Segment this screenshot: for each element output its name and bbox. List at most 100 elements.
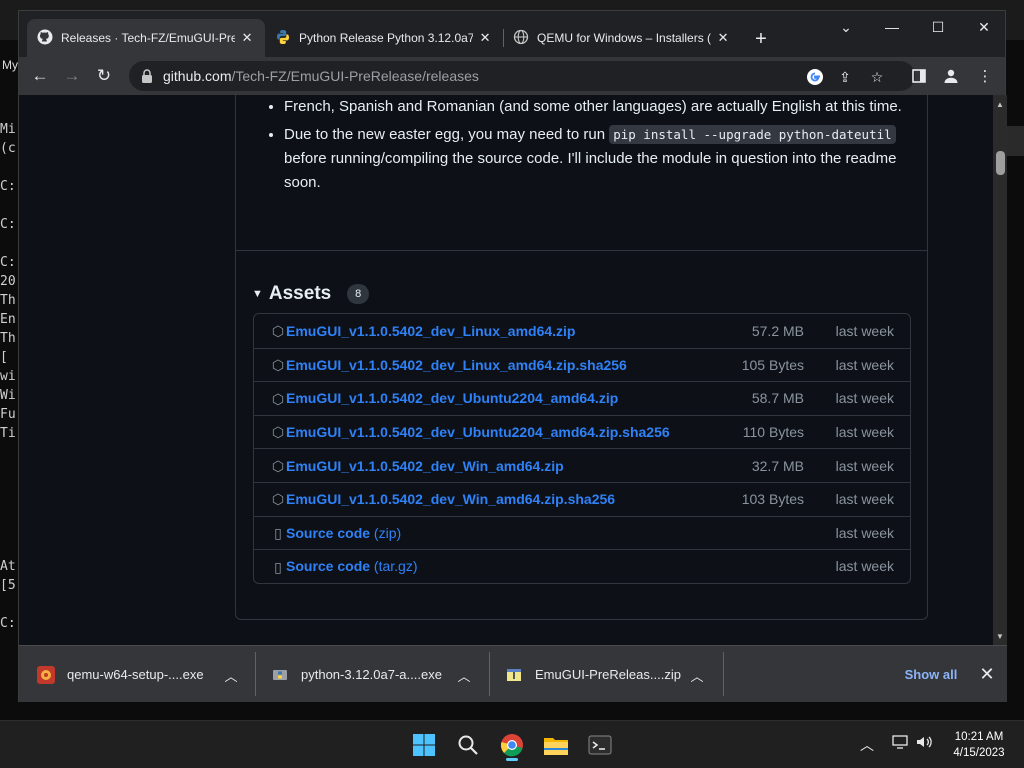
globe-icon — [513, 29, 529, 48]
tab-qemu[interactable]: QEMU for Windows – Installers ( ✕ — [503, 19, 741, 57]
clock[interactable]: 10:21 AM 4/15/2023 — [940, 729, 1018, 761]
qemu-installer-icon — [37, 665, 55, 684]
asset-row: ▯ Source code (zip) last week — [254, 515, 910, 550]
reload-icon[interactable]: ↻ — [91, 63, 117, 89]
assets-count-badge: 8 — [347, 284, 370, 304]
chevron-up-icon[interactable]: ︿ — [689, 666, 705, 685]
terminal-line: wi — [0, 369, 16, 384]
scrollbar-thumb[interactable] — [996, 151, 1005, 175]
asset-size: 110 Bytes — [742, 424, 804, 441]
download-item-python[interactable]: python-3.12.0a7-a....exe — [271, 646, 442, 703]
assets-toggle[interactable]: ▼ Assets 8 — [252, 283, 370, 305]
asset-size: 103 Bytes — [741, 491, 804, 508]
package-icon: ⬡ — [271, 457, 285, 474]
asset-row: ⬡ EmuGUI_v1.1.0.5402_dev_Win_amd64.zip 3… — [254, 448, 910, 482]
tab-strip: Releases · Tech-FZ/EmuGUI-PreR ✕ Python … — [19, 11, 1005, 57]
package-icon: ⬡ — [271, 322, 285, 339]
chevron-up-icon[interactable]: ︿ — [223, 666, 239, 685]
chevron-up-icon[interactable]: ︿ — [456, 666, 472, 685]
download-item-emugui[interactable]: EmuGUI-PreReleas....zip — [505, 646, 681, 703]
network-icon[interactable] — [892, 735, 908, 752]
scroll-up-arrow-icon[interactable]: ▲ — [993, 97, 1007, 111]
asset-row: ⬡ EmuGUI_v1.1.0.5402_dev_Linux_amd64.zip… — [254, 347, 910, 382]
package-icon: ⬡ — [271, 390, 285, 407]
caret-down-icon: ▼ — [252, 288, 263, 300]
asset-link[interactable]: EmuGUI_v1.1.0.5402_dev_Linux_amd64.zip — [286, 323, 575, 339]
downloads-bar: qemu-w64-setup-....exe ︿ python-3.12.0a7… — [19, 645, 1007, 702]
close-window-button[interactable]: ✕ — [961, 11, 1007, 43]
terminal-icon[interactable] — [582, 727, 618, 763]
scroll-down-arrow-icon[interactable]: ▼ — [993, 629, 1007, 643]
chrome-icon[interactable] — [494, 727, 530, 763]
clock-time: 10:21 AM — [954, 731, 1004, 743]
show-hidden-icons-chevron-icon[interactable]: ︿ — [860, 735, 874, 755]
address-bar[interactable]: github.com/Tech-FZ/EmuGUI-PreRelease/rel… — [129, 61, 915, 91]
forward-arrow-icon[interactable]: → — [59, 63, 85, 89]
tab-python-release[interactable]: Python Release Python 3.12.0a7 ✕ — [265, 19, 503, 57]
tab-title: Releases · Tech-FZ/EmuGUI-PreR — [61, 31, 236, 45]
browser-toolbar: ← → ↻ github.com/Tech-FZ/EmuGUI-PreRelea… — [19, 57, 1005, 95]
share-icon[interactable]: ⇪ — [835, 67, 855, 87]
background-terminal-text: Mi (c C: C: C: 20 Th En Th [wi Wi Fu Ti At [5 C: — [0, 120, 20, 710]
background-label: My — [2, 58, 18, 72]
asset-link[interactable]: EmuGUI_v1.1.0.5402_dev_Ubuntu2204_amd64.… — [286, 390, 618, 406]
terminal-line: At — [0, 559, 16, 574]
close-icon[interactable]: ✕ — [715, 30, 731, 46]
close-icon[interactable]: ✕ — [977, 664, 997, 684]
release-note-item: Due to the new easter egg, you may need … — [284, 123, 924, 195]
code-snippet: pip install --upgrade python-dateutil — [609, 125, 896, 144]
close-icon[interactable]: ✕ — [477, 30, 493, 46]
search-icon[interactable] — [450, 727, 486, 763]
google-lens-icon[interactable] — [805, 67, 825, 87]
terminal-line: Th — [0, 331, 16, 346]
asset-link[interactable]: Source code (tar.gz) — [286, 558, 418, 574]
divider — [236, 250, 927, 251]
download-filename: EmuGUI-PreReleas....zip — [535, 667, 681, 682]
download-item-qemu[interactable]: qemu-w64-setup-....exe — [37, 646, 204, 703]
taskbar: ︿ 10:21 AM 4/15/2023 — [0, 720, 1024, 768]
profile-icon[interactable] — [939, 64, 963, 88]
bookmark-star-icon[interactable]: ☆ — [867, 67, 887, 87]
file-explorer-icon[interactable] — [538, 727, 574, 763]
page-scrollbar[interactable]: ▲ ▼ — [993, 95, 1007, 645]
terminal-line: Wi — [0, 388, 16, 403]
asset-size: 57.2 MB — [751, 322, 804, 339]
show-all-downloads-button[interactable]: Show all — [895, 660, 967, 688]
terminal-line: C: — [0, 179, 16, 194]
terminal-line: [ — [0, 350, 8, 365]
tab-search-chevron-icon[interactable]: ⌄ — [823, 11, 869, 43]
back-arrow-icon[interactable]: ← — [27, 63, 53, 89]
asset-link[interactable]: EmuGUI_v1.1.0.5402_dev_Win_amd64.zip.sha… — [286, 491, 615, 507]
asset-link[interactable]: Source code (zip) — [286, 525, 401, 541]
lock-icon — [141, 69, 153, 83]
maximize-button[interactable]: ☐ — [915, 11, 961, 43]
windows-start-icon[interactable] — [406, 727, 442, 763]
asset-link[interactable]: EmuGUI_v1.1.0.5402_dev_Linux_amd64.zip.s… — [286, 357, 627, 373]
page-viewport: French, Spanish and Romanian (and some o… — [19, 95, 1007, 645]
github-icon — [37, 29, 53, 48]
terminal-line: C: — [0, 217, 16, 232]
terminal-line: Ti — [0, 426, 16, 441]
asset-row: ▯ Source code (tar.gz) last week — [254, 549, 910, 583]
tab-releases[interactable]: Releases · Tech-FZ/EmuGUI-PreR ✕ — [27, 19, 265, 57]
asset-link[interactable]: EmuGUI_v1.1.0.5402_dev_Ubuntu2204_amd64.… — [286, 424, 670, 440]
new-tab-button[interactable]: + — [747, 25, 775, 53]
asset-date: last week — [835, 322, 894, 339]
minimize-button[interactable]: — — [869, 11, 915, 43]
zip-archive-icon — [505, 666, 523, 684]
package-icon: ⬡ — [271, 491, 285, 508]
volume-icon[interactable] — [916, 735, 934, 752]
release-card: French, Spanish and Romanian (and some o… — [235, 95, 928, 620]
close-icon[interactable]: ✕ — [239, 30, 255, 46]
asset-link[interactable]: EmuGUI_v1.1.0.5402_dev_Win_amd64.zip — [286, 458, 564, 474]
release-notes: French, Spanish and Romanian (and some o… — [284, 95, 924, 199]
asset-date: last week — [835, 491, 894, 508]
side-panel-icon[interactable] — [907, 64, 931, 88]
menu-kebab-icon[interactable]: ⋮ — [973, 64, 997, 88]
